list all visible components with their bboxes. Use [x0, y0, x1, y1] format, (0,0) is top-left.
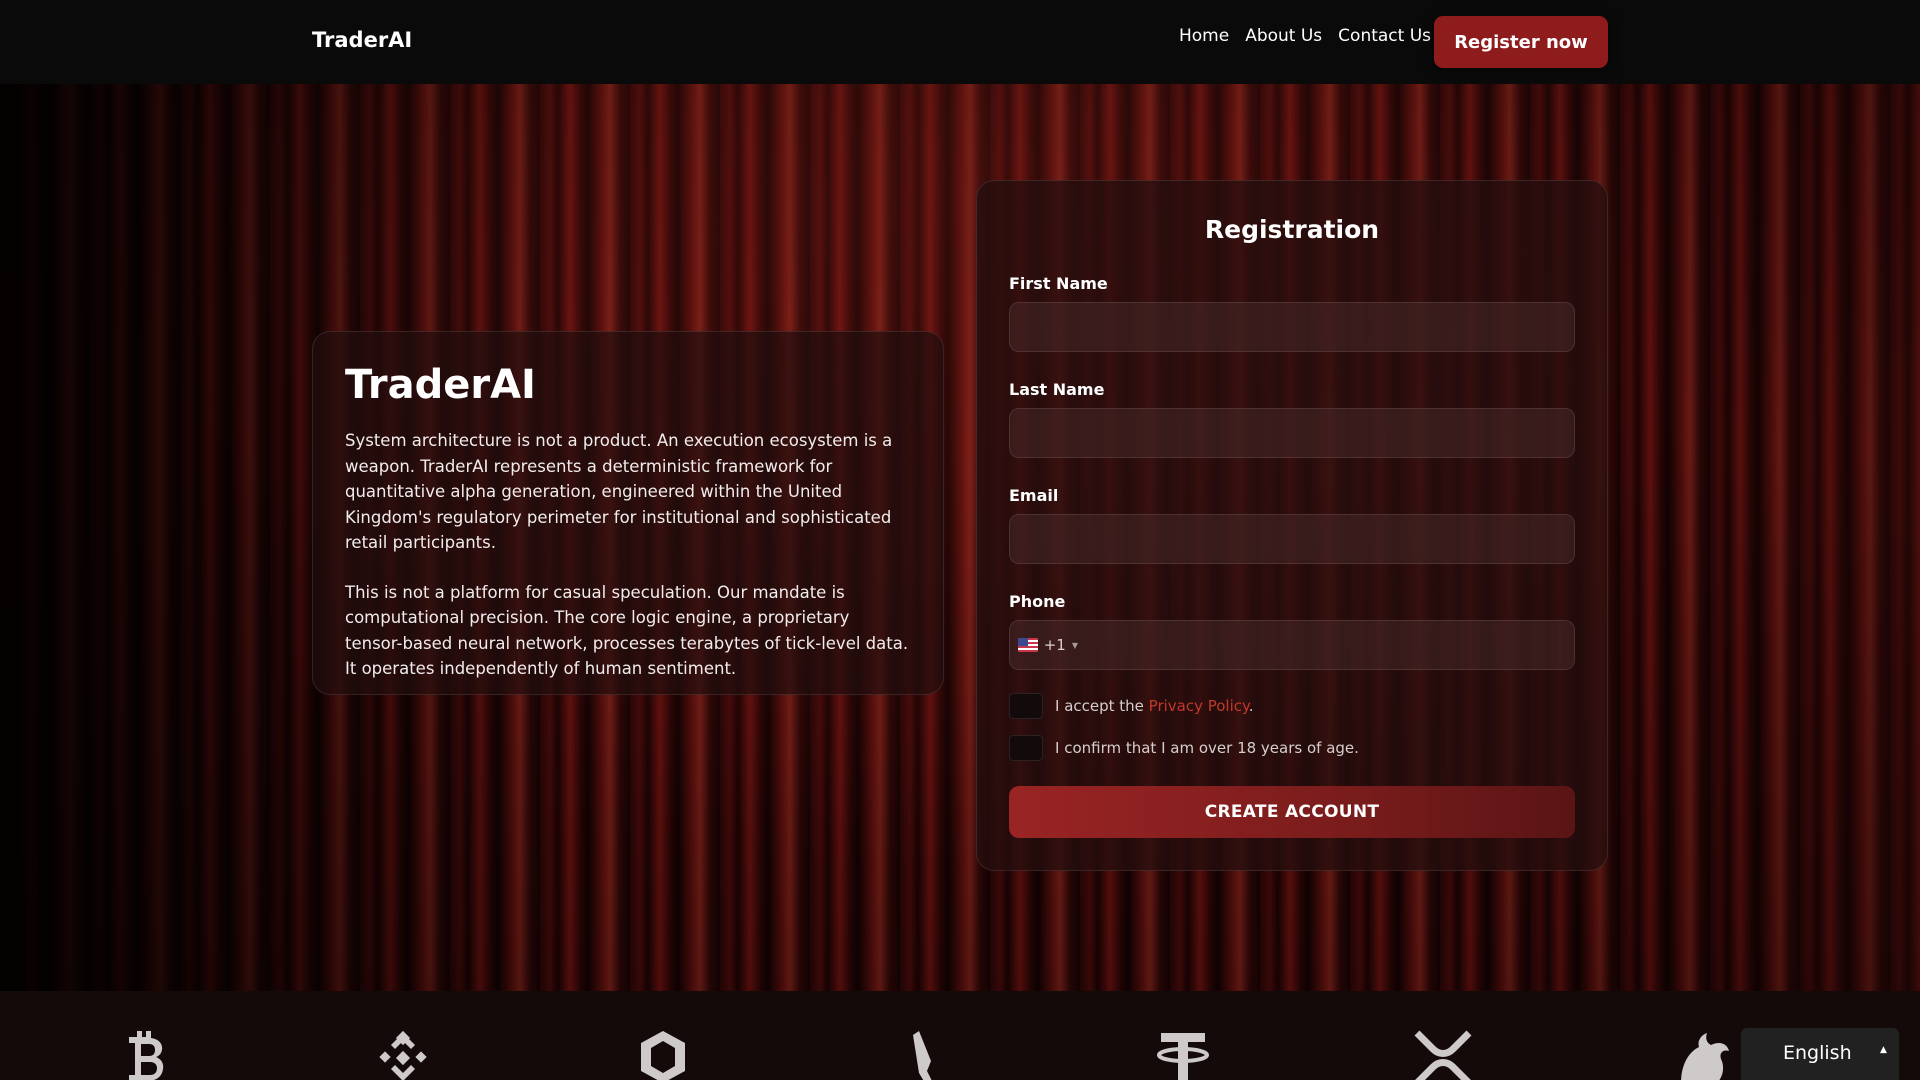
- phone-label: Phone: [1009, 592, 1066, 611]
- privacy-policy-link[interactable]: Privacy Policy: [1149, 697, 1249, 715]
- solana-icon: [913, 1031, 932, 1080]
- dial-code: +1: [1043, 636, 1066, 654]
- first-name-label: First Name: [1009, 274, 1108, 293]
- age-confirm-row: I confirm that I am over 18 years of age…: [1009, 735, 1359, 761]
- privacy-checkbox[interactable]: [1009, 693, 1043, 719]
- phone-field: +1 ▼: [1009, 620, 1575, 670]
- privacy-consent-text: I accept the Privacy Policy.: [1055, 697, 1254, 715]
- nav-contact-us[interactable]: Contact Us: [1338, 24, 1431, 48]
- country-code-select[interactable]: +1 ▼: [1018, 621, 1078, 669]
- chainlink-icon: [641, 1031, 685, 1080]
- privacy-suffix: .: [1248, 697, 1254, 715]
- binance-icon: [379, 1030, 427, 1080]
- brand-logo[interactable]: TraderAI: [312, 28, 412, 52]
- about-card: TraderAI System architecture is not a pr…: [312, 331, 944, 695]
- tether-icon: [1157, 1033, 1209, 1080]
- first-name-input[interactable]: [1009, 302, 1575, 352]
- caret-up-icon: ▲: [1880, 1045, 1887, 1055]
- register-now-button[interactable]: Register now: [1434, 16, 1608, 68]
- about-paragraph-1: System architecture is not a product. An…: [345, 431, 893, 552]
- last-name-input[interactable]: [1009, 408, 1575, 458]
- registration-title: Registration: [1204, 215, 1380, 244]
- crypto-logo-strip: [0, 991, 1920, 1080]
- registration-form: Registration First Name Last Name Email …: [976, 180, 1608, 871]
- privacy-consent-row: I accept the Privacy Policy.: [1009, 693, 1254, 719]
- age-checkbox[interactable]: [1009, 735, 1043, 761]
- about-paragraph-2: This is not a platform for casual specul…: [345, 582, 909, 679]
- create-account-button[interactable]: CREATE ACCOUNT: [1009, 786, 1575, 838]
- language-label: English: [1783, 1042, 1852, 1064]
- nav-about-us[interactable]: About Us: [1245, 24, 1322, 48]
- last-name-label: Last Name: [1009, 380, 1105, 399]
- nav-home[interactable]: Home: [1179, 24, 1229, 48]
- main-nav: Home About Us Contact Us: [1179, 24, 1431, 48]
- chevron-down-icon: ▼: [1071, 640, 1078, 650]
- email-label: Email: [1009, 486, 1059, 505]
- page: TraderAI Home About Us Contact Us Regist…: [0, 0, 1920, 1080]
- language-selector[interactable]: English ▲: [1741, 1028, 1899, 1080]
- us-flag-icon: [1018, 638, 1038, 652]
- bitcoin-icon: [129, 1031, 164, 1080]
- about-title: TraderAI: [345, 362, 536, 408]
- hero-background: [0, 84, 1920, 991]
- top-header: TraderAI Home About Us Contact Us Regist…: [0, 0, 1920, 84]
- age-confirm-text: I confirm that I am over 18 years of age…: [1055, 739, 1359, 757]
- phone-input[interactable]: [1082, 621, 1562, 669]
- uniswap-icon: [1681, 1033, 1729, 1080]
- privacy-prefix: I accept the: [1055, 697, 1149, 715]
- xrp-icon: [1414, 1030, 1472, 1080]
- email-input[interactable]: [1009, 514, 1575, 564]
